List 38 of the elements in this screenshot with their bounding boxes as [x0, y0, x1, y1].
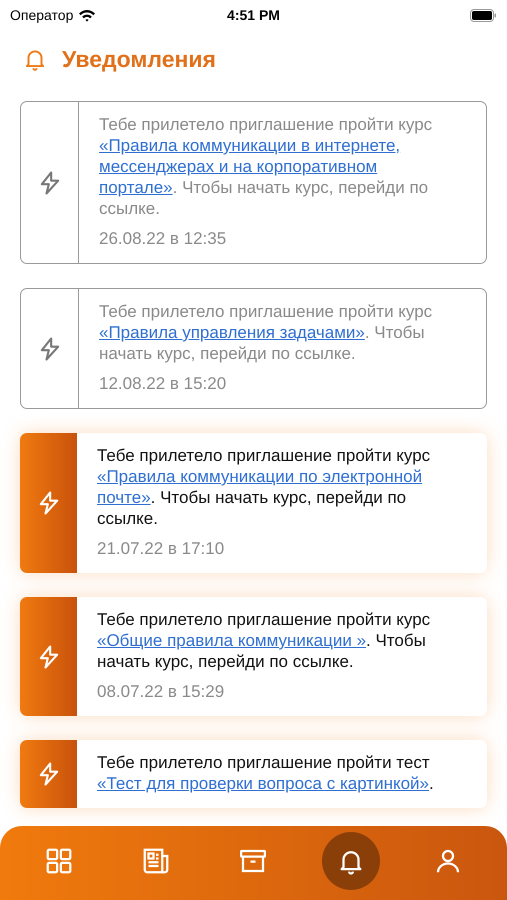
- message-line: Тебе прилетело приглашение пройти курс: [97, 609, 430, 630]
- grid-icon: [44, 846, 74, 876]
- course-link[interactable]: «Правила коммуникации по электронной: [97, 467, 422, 486]
- course-link[interactable]: почте»: [97, 488, 151, 507]
- message-line: портале». Чтобы начать курс, перейди по: [99, 177, 430, 198]
- wifi-icon: [78, 8, 96, 22]
- notification-date: 21.07.22 в 17:10: [97, 539, 226, 559]
- message-line: «Общие правила коммуникации ». Чтобы: [97, 630, 427, 651]
- carrier-name: Оператор: [10, 7, 74, 23]
- message-line: Тебе прилетело приглашение пройти курс: [99, 301, 432, 322]
- battery-icon: [470, 8, 497, 22]
- message-line: ссылке.: [97, 508, 159, 529]
- notification-date: 26.08.22 в 12:35: [99, 229, 228, 249]
- message-line: почте». Чтобы начать курс, перейди по: [97, 487, 408, 508]
- message-line: ссылке.: [99, 198, 161, 219]
- message-line: начать курс, перейди по ссылке.: [99, 343, 357, 364]
- notification-date: 12.08.22 в 15:20: [99, 374, 228, 394]
- message-line: Тебе прилетело приглашение пройти тест: [97, 752, 431, 773]
- notification-card[interactable]: Тебе прилетело приглашение пройти курс «Правила коммуникации по электронной почте». Чтобы начать курс, перейди по ссылке. 21.07.22 в 17:10: [20, 433, 487, 573]
- page-title: Уведомления: [62, 46, 216, 72]
- message-line: «Правила управления задачами». Чтобы: [99, 322, 426, 343]
- notification-date: 08.07.22 в 15:29: [97, 682, 226, 702]
- notification-card[interactable]: Тебе прилетело приглашение пройти курс «Правила коммуникации в интернете, мессенджерах и на корпоративном портале». Чтобы начать курс, перейди по ссылке. 26.08.22 в 12:35: [20, 101, 487, 264]
- newspaper-icon: [141, 846, 172, 876]
- course-link[interactable]: мессенджерах и на корпоративном: [99, 157, 378, 176]
- course-link[interactable]: «Тест для проверки вопроса с картинкой»: [97, 774, 429, 793]
- course-link[interactable]: «Правила коммуникации в интернете,: [99, 136, 400, 155]
- message-line: начать курс, перейди по ссылке.: [97, 651, 355, 672]
- notification-card[interactable]: Тебе прилетело приглашение пройти курс «Общие правила коммуникации ». Чтобы начать курс, перейди по ссылке. 08.07.22 в 15:29: [20, 597, 487, 716]
- message-line: «Тест для проверки вопроса с картинкой».: [97, 773, 434, 794]
- message-line: Тебе прилетело приглашение пройти курс: [97, 445, 430, 466]
- course-link[interactable]: портале»: [99, 178, 173, 197]
- notification-card[interactable]: Тебе прилетело приглашение пройти курс «Правила управления задачами». Чтобы начать курс, перейди по ссылке. 12.08.22 в 15:20: [20, 288, 487, 409]
- clock-time: 4:51 PM: [227, 7, 280, 23]
- message-line: Тебе прилетело приглашение пройти курс: [99, 114, 432, 135]
- course-link[interactable]: «Правила управления задачами»: [99, 323, 365, 342]
- notification-card[interactable]: Тебе прилетело приглашение пройти тест «Тест для проверки вопроса с картинкой».: [20, 740, 487, 808]
- course-link[interactable]: «Общие правила коммуникации »: [97, 631, 366, 650]
